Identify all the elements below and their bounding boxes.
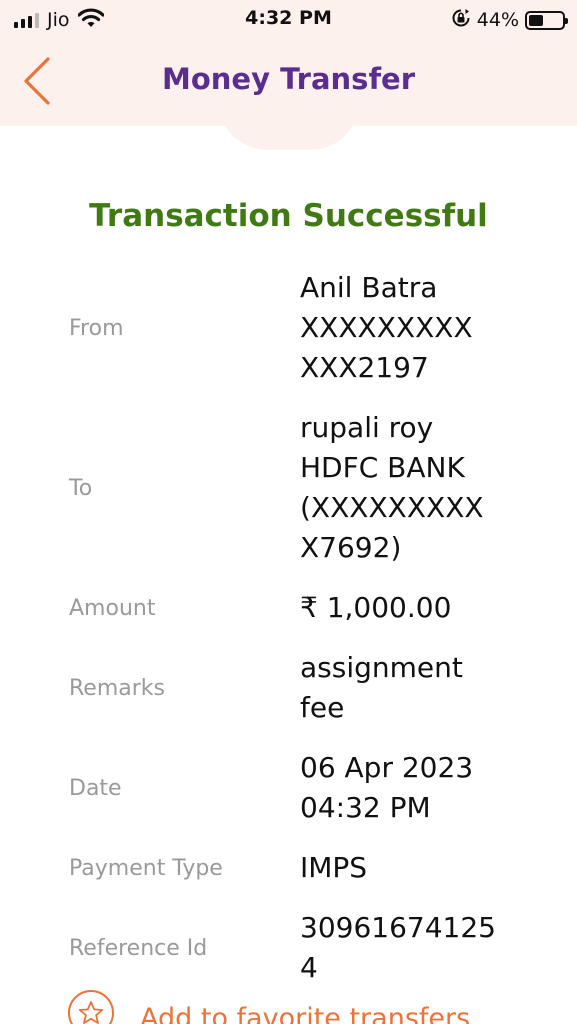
payment-type-value: IMPS — [300, 851, 368, 884]
transaction-status-title: Transaction Successful — [89, 198, 488, 234]
to-value: rupali roy HDFC BANK (XXXXXXXXX X7692) — [300, 411, 484, 564]
status-right: 44% — [451, 8, 568, 32]
to-label: To — [69, 475, 93, 501]
add-to-favorites-label: Add to favorite transfers — [140, 1002, 471, 1024]
date-label: Date — [69, 775, 122, 801]
transaction-details: From Anil Batra XXXXXXXXX XXX2197 To rup… — [0, 258, 577, 998]
orientation-lock-icon — [451, 8, 471, 32]
add-to-favorites-button[interactable]: Add to favorite transfers — [68, 990, 470, 1024]
detail-row-amount: Amount ₹ 1,000.00 — [0, 578, 577, 638]
amount-label: Amount — [69, 595, 156, 621]
battery-level — [529, 14, 544, 26]
detail-row-from: From Anil Batra XXXXXXXXX XXX2197 — [0, 258, 577, 398]
reference-id-label: Reference Id — [69, 935, 208, 961]
payment-type-label: Payment Type — [69, 855, 223, 881]
reference-id-value: 30961674125 4 — [300, 911, 496, 984]
date-value: 06 Apr 2023 04:32 PM — [300, 751, 474, 824]
page-title: Money Transfer — [161, 62, 416, 96]
detail-row-to: To rupali roy HDFC BANK (XXXXXXXXX X7692… — [0, 398, 577, 578]
detail-row-reference-id: Reference Id 30961674125 4 — [0, 898, 577, 998]
from-value: Anil Batra XXXXXXXXX XXX2197 — [300, 271, 473, 384]
amount-value: ₹ 1,000.00 — [300, 591, 452, 624]
header-decoration — [218, 100, 360, 150]
remarks-label: Remarks — [69, 675, 165, 701]
star-icon — [78, 1001, 104, 1024]
from-label: From — [69, 315, 124, 341]
battery-percentage: 44% — [476, 9, 519, 31]
remarks-value: assignment fee — [300, 651, 463, 724]
favorite-icon-circle — [68, 990, 114, 1024]
detail-row-remarks: Remarks assignment fee — [0, 638, 577, 738]
detail-row-payment-type: Payment Type IMPS — [0, 838, 577, 898]
battery-icon — [525, 10, 568, 30]
status-bar: Jio 4:32 PM 44% — [0, 0, 577, 40]
detail-row-date: Date 06 Apr 2023 04:32 PM — [0, 738, 577, 838]
